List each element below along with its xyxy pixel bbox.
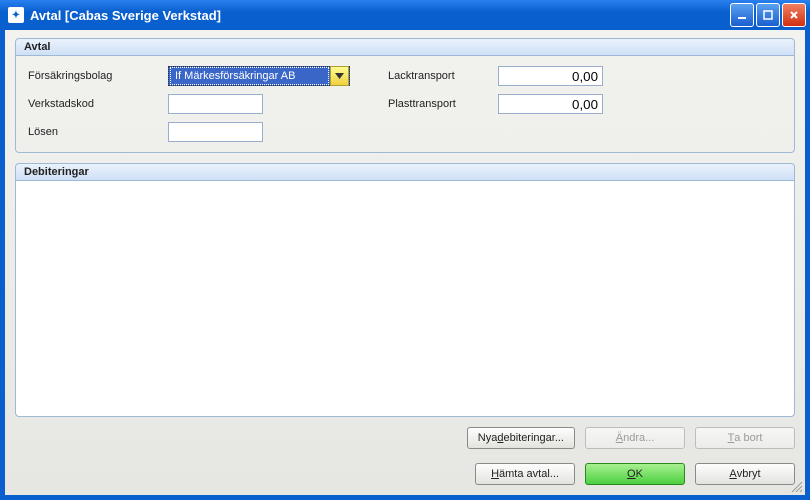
plasttransport-input[interactable] xyxy=(498,94,603,114)
close-button[interactable] xyxy=(782,3,806,27)
debiteringar-group: Debiteringar xyxy=(15,163,795,417)
minimize-button[interactable] xyxy=(730,3,754,27)
avtal-group: Avtal Försäkringsbolag If Märkesförsäkri… xyxy=(15,38,795,153)
dialog-buttons: Hämta avtal... OK Avbryt xyxy=(15,463,795,485)
ok-button[interactable]: OK xyxy=(585,463,685,485)
nya-debiteringar-button[interactable]: Nya debiteringar... xyxy=(467,427,575,449)
app-window: ✦ Avtal [Cabas Sverige Verkstad] Avtal F… xyxy=(0,0,810,500)
app-icon: ✦ xyxy=(8,7,24,23)
client-area: Avtal Försäkringsbolag If Märkesförsäkri… xyxy=(4,30,806,496)
insurer-combo-text: If Märkesförsäkringar AB xyxy=(170,67,329,85)
workshop-code-label: Verkstadskod xyxy=(28,98,168,110)
lacktransport-input[interactable] xyxy=(498,66,603,86)
password-input[interactable] xyxy=(168,122,263,142)
hamta-avtal-button[interactable]: Hämta avtal... xyxy=(475,463,575,485)
ta-bort-button[interactable]: Ta bort xyxy=(695,427,795,449)
workshop-code-input[interactable] xyxy=(168,94,263,114)
debiteringar-list[interactable] xyxy=(16,181,794,416)
chevron-down-icon[interactable] xyxy=(330,66,349,86)
insurer-combo[interactable]: If Märkesförsäkringar AB xyxy=(168,66,350,86)
plasttransport-label: Plasttransport xyxy=(388,98,498,110)
lacktransport-label: Lacktransport xyxy=(388,70,498,82)
window-controls xyxy=(730,3,806,27)
avbryt-button[interactable]: Avbryt xyxy=(695,463,795,485)
resize-grip[interactable] xyxy=(789,479,803,493)
maximize-button[interactable] xyxy=(756,3,780,27)
debiteringar-header: Debiteringar xyxy=(16,164,794,181)
debiteringar-buttons: Nya debiteringar... Ändra... Ta bort xyxy=(15,427,795,449)
window-title: Avtal [Cabas Sverige Verkstad] xyxy=(30,8,730,23)
password-label: Lösen xyxy=(28,126,168,138)
insurer-label: Försäkringsbolag xyxy=(28,70,168,82)
avtal-header: Avtal xyxy=(16,39,794,56)
titlebar: ✦ Avtal [Cabas Sverige Verkstad] xyxy=(0,0,810,30)
andra-button[interactable]: Ändra... xyxy=(585,427,685,449)
